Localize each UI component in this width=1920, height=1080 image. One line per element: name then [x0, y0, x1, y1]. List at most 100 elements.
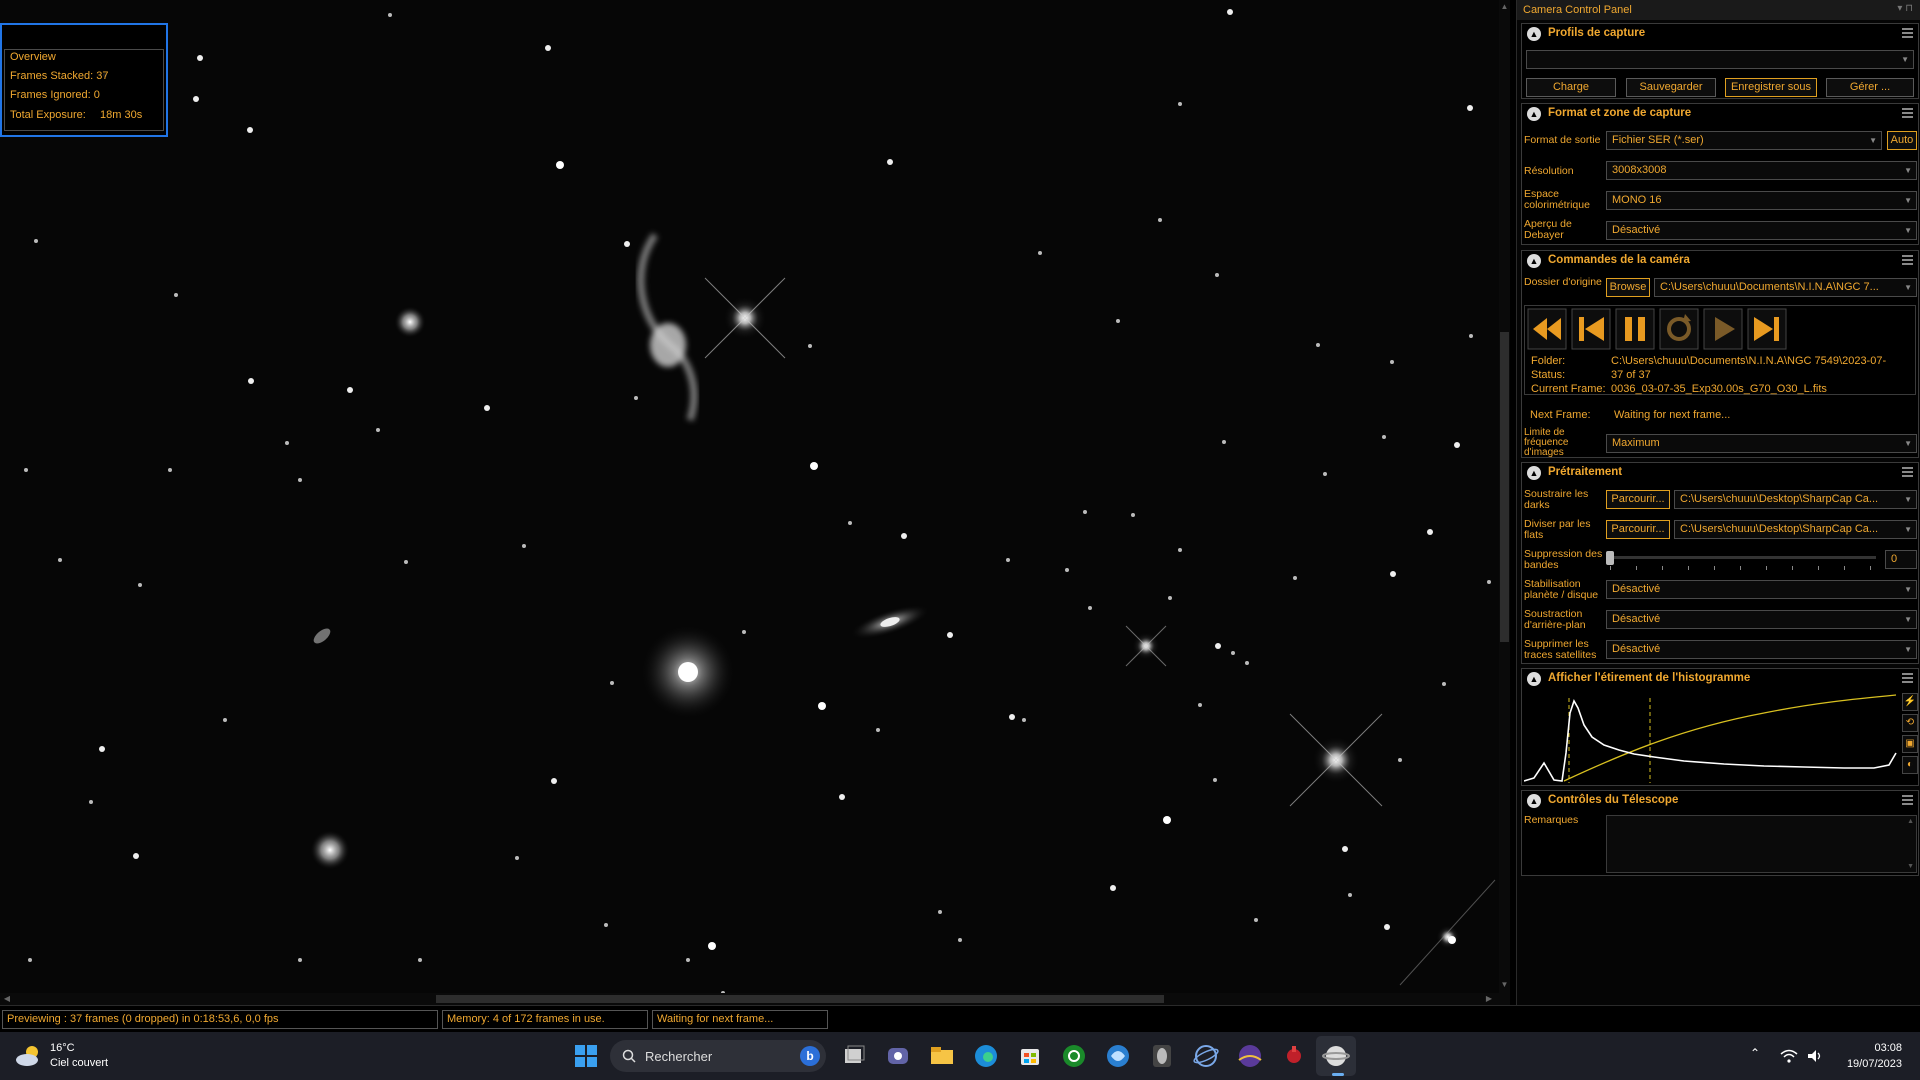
windows-start-icon[interactable]: [570, 1040, 602, 1072]
output-format-select[interactable]: Fichier SER (*.ser) ▼: [1606, 131, 1882, 150]
scroll-right-icon[interactable]: ▶: [1484, 994, 1494, 1004]
menu-icon[interactable]: [1902, 255, 1913, 265]
horizontal-scrollbar[interactable]: ◀ ▶: [0, 993, 1510, 1005]
debayer-select[interactable]: Désactivé ▼: [1606, 221, 1917, 240]
vertical-scrollbar[interactable]: ▲ ▼: [1499, 0, 1510, 993]
collapse-icon[interactable]: ▲: [1527, 672, 1541, 686]
task-view-icon[interactable]: [838, 1040, 870, 1072]
auto-button[interactable]: Auto: [1887, 131, 1917, 150]
histogram-graph[interactable]: [1524, 693, 1898, 783]
wifi-icon[interactable]: [1780, 1048, 1798, 1064]
collapse-icon[interactable]: ▲: [1527, 466, 1541, 480]
save-stretch-icon[interactable]: ▣: [1902, 735, 1918, 753]
weather-description[interactable]: Ciel couvert: [50, 1057, 108, 1069]
volume-icon[interactable]: [1806, 1048, 1824, 1064]
red-app-icon[interactable]: [1278, 1040, 1310, 1072]
scroll-thumb[interactable]: [1500, 332, 1509, 642]
banding-value[interactable]: 0: [1885, 550, 1917, 569]
weather-cloud-icon[interactable]: [14, 1044, 44, 1068]
reset-stretch-icon[interactable]: ⟲: [1902, 714, 1918, 732]
auto-stretch-icon[interactable]: ⚡: [1902, 693, 1918, 711]
pause-icon[interactable]: [1615, 308, 1655, 350]
background-subtraction-select[interactable]: Désactivé ▼: [1606, 610, 1917, 629]
star: [1254, 918, 1258, 922]
ascom-icon[interactable]: [1102, 1040, 1134, 1072]
file-explorer-icon[interactable]: [926, 1040, 958, 1072]
refresh-icon[interactable]: [1659, 308, 1699, 350]
total-exposure-label: Total Exposure:: [10, 109, 86, 121]
edge-browser-icon[interactable]: [970, 1040, 1002, 1072]
satellite-trails-select[interactable]: Désactivé ▼: [1606, 640, 1917, 659]
chevron-up-icon[interactable]: ⌃: [1750, 1046, 1760, 1060]
manage-profiles-button[interactable]: Gérer ...: [1826, 78, 1914, 97]
sharpcap-icon[interactable]: [1320, 1040, 1352, 1072]
scroll-down-icon[interactable]: ▼: [1500, 980, 1509, 990]
load-profile-button[interactable]: Charge: [1526, 78, 1616, 97]
image-viewer[interactable]: ▲ ▼ ◀ ▶ Overview Frames Stacked: 37 Fram…: [0, 0, 1510, 1005]
folder-label: Folder:: [1531, 355, 1566, 367]
colour-space-select[interactable]: MONO 16 ▼: [1606, 191, 1917, 210]
profile-select[interactable]: ▼: [1526, 50, 1914, 69]
collapse-icon[interactable]: ▲: [1527, 27, 1541, 41]
collapse-icon[interactable]: ▲: [1527, 107, 1541, 121]
section-header[interactable]: ▲ Profils de capture: [1522, 24, 1918, 44]
section-header[interactable]: ▲ Prétraitement: [1522, 463, 1918, 483]
scroll-left-icon[interactable]: ◀: [2, 994, 12, 1004]
resolution-select[interactable]: 3008x3008 ▼: [1606, 161, 1917, 180]
section-header[interactable]: ▲ Contrôles du Télescope: [1522, 791, 1918, 811]
slider-handle[interactable]: [1606, 551, 1614, 565]
last-frame-icon[interactable]: [1747, 308, 1787, 350]
menu-icon[interactable]: [1902, 28, 1913, 38]
browse-flats-button[interactable]: Parcourir...: [1606, 520, 1670, 539]
taskbar-search[interactable]: Rechercher b: [610, 1040, 826, 1072]
play-icon[interactable]: [1703, 308, 1743, 350]
section-header[interactable]: ▲ Format et zone de capture: [1522, 104, 1918, 124]
first-frame-icon[interactable]: [1571, 308, 1611, 350]
scroll-thumb[interactable]: [436, 995, 1164, 1003]
save-as-button[interactable]: Enregistrer sous: [1725, 78, 1817, 97]
teams-chat-icon[interactable]: [882, 1040, 914, 1072]
star: [1088, 606, 1092, 610]
star: [1215, 643, 1221, 649]
darks-path-select[interactable]: C:\Users\chuuu\Desktop\SharpCap Ca... ▼: [1674, 490, 1917, 509]
contrast-icon[interactable]: ◐: [1902, 756, 1918, 774]
galaxy-elliptical: [640, 624, 736, 720]
collapse-icon[interactable]: ▲: [1527, 254, 1541, 268]
nina-icon[interactable]: [1146, 1040, 1178, 1072]
total-exposure-value: 18m 30s: [100, 109, 143, 121]
save-profile-button[interactable]: Sauvegarder: [1626, 78, 1716, 97]
banding-slider[interactable]: [1606, 548, 1876, 572]
menu-icon[interactable]: [1902, 673, 1913, 683]
scroll-up-icon[interactable]: ▲: [1500, 2, 1509, 12]
star: [1215, 273, 1219, 277]
pin-icon[interactable]: ▾ ⊓: [1897, 3, 1913, 14]
source-folder-select[interactable]: C:\Users\chuuu\Documents\N.I.N.A\NGC 7..…: [1654, 278, 1917, 297]
bing-icon[interactable]: b: [800, 1046, 820, 1066]
store-icon[interactable]: [1014, 1040, 1046, 1072]
browse-darks-button[interactable]: Parcourir...: [1606, 490, 1670, 509]
stabilisation-select[interactable]: Désactivé ▼: [1606, 580, 1917, 599]
planetarium-icon[interactable]: [1234, 1040, 1266, 1072]
weather-temperature[interactable]: 16°C: [50, 1042, 75, 1054]
flats-path-select[interactable]: C:\Users\chuuu\Desktop\SharpCap Ca... ▼: [1674, 520, 1917, 539]
star: [1213, 778, 1217, 782]
debayer-label: Aperçu de Debayer: [1524, 218, 1572, 241]
notes-textarea[interactable]: ▲ ▼: [1606, 815, 1917, 873]
collapse-icon[interactable]: ▲: [1527, 794, 1541, 808]
star: [1448, 936, 1456, 944]
section-header[interactable]: ▲ Afficher l'étirement de l'histogramme: [1522, 669, 1918, 689]
section-header[interactable]: ▲ Commandes de la caméra: [1522, 251, 1918, 271]
menu-icon[interactable]: [1902, 795, 1913, 805]
framerate-select[interactable]: Maximum ▼: [1606, 434, 1917, 453]
phd2-guiding-icon[interactable]: [1058, 1040, 1090, 1072]
clock-time[interactable]: 03:08: [1874, 1042, 1902, 1054]
rewind-icon[interactable]: [1527, 308, 1567, 350]
status-value: 37 of 37: [1611, 369, 1651, 381]
menu-icon[interactable]: [1902, 467, 1913, 477]
stellarium-icon[interactable]: [1190, 1040, 1222, 1072]
bright-star: [1125, 625, 1167, 667]
star: [839, 794, 845, 800]
menu-icon[interactable]: [1902, 108, 1913, 118]
clock-date[interactable]: 19/07/2023: [1847, 1058, 1902, 1070]
browse-button[interactable]: Browse: [1606, 278, 1650, 297]
